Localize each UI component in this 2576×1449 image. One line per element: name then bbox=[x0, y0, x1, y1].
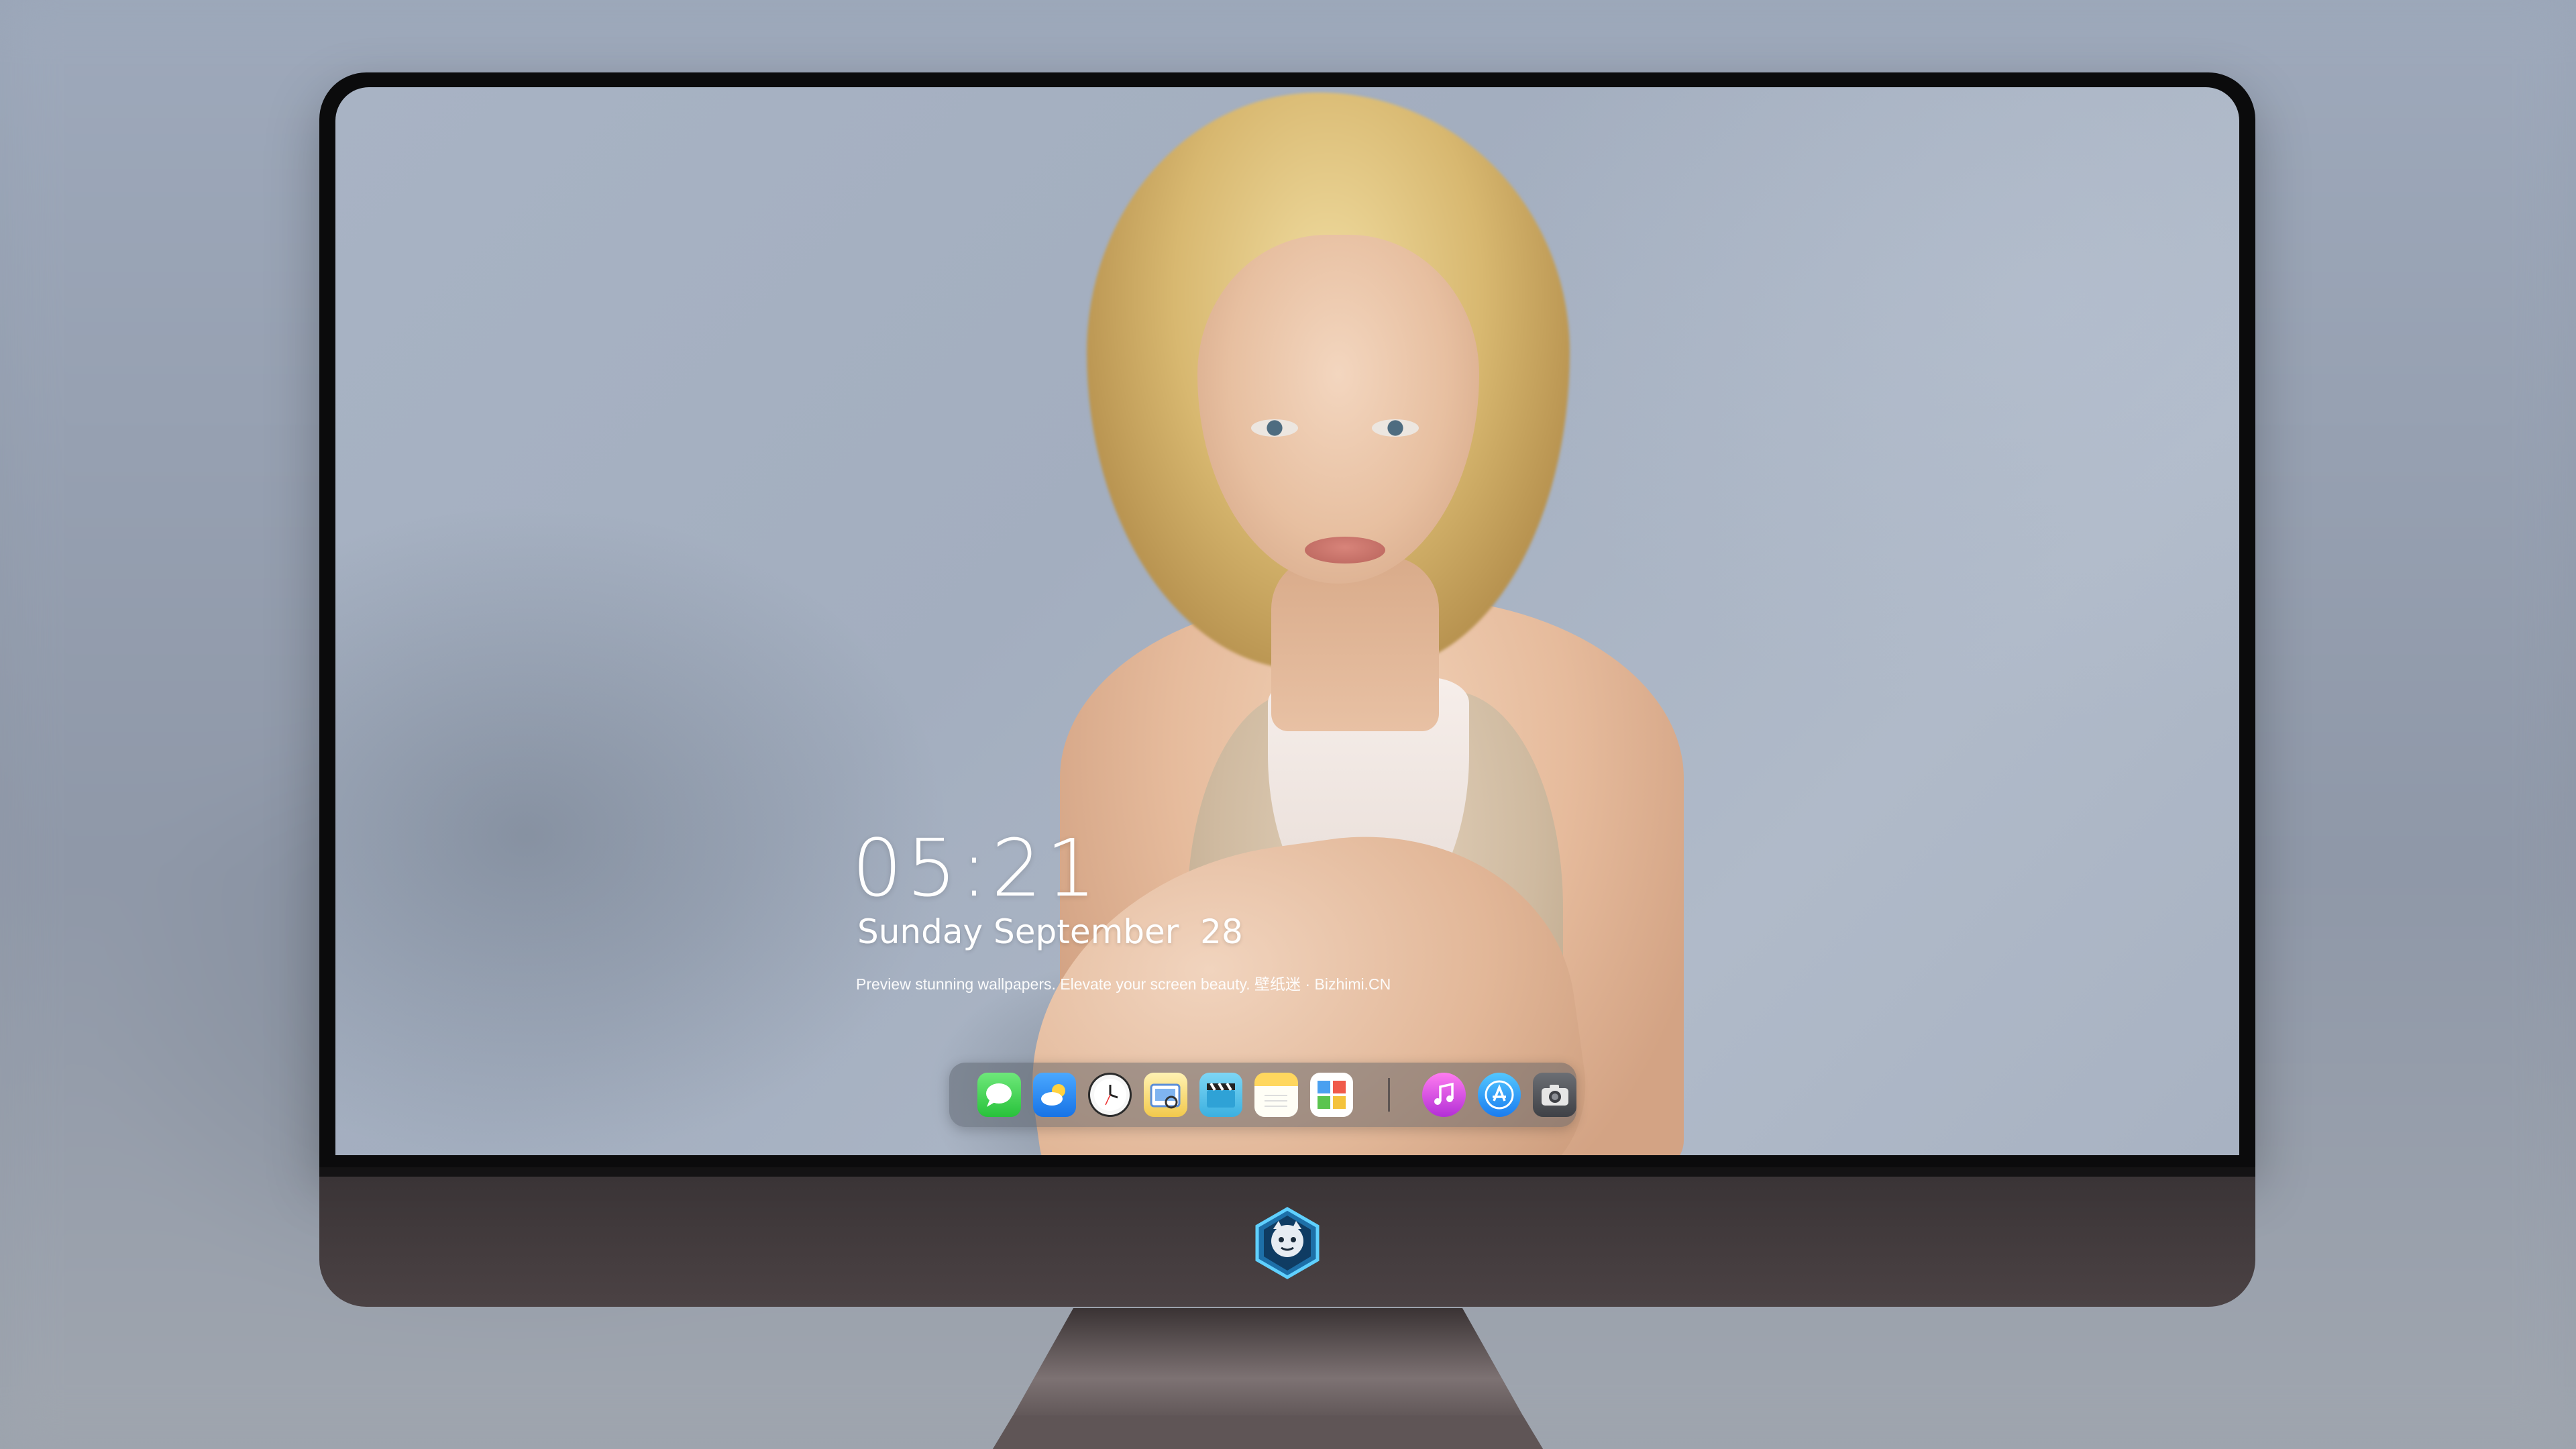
lock-date: Sunday September 28 bbox=[857, 912, 1243, 951]
photo-neck bbox=[1271, 557, 1439, 731]
photo-lips bbox=[1305, 537, 1385, 564]
monitor-bezel: 05:21 Sunday September 28 Preview stunni… bbox=[319, 72, 2255, 1167]
lock-clock: 05:21 bbox=[852, 822, 1101, 914]
photo-eye-left bbox=[1251, 419, 1298, 437]
music-icon[interactable] bbox=[1422, 1073, 1466, 1117]
photo-eye-right bbox=[1372, 419, 1419, 437]
wallpaper-photo bbox=[335, 87, 2239, 1155]
weather-icon[interactable] bbox=[1032, 1073, 1077, 1117]
app-store-icon[interactable] bbox=[1477, 1073, 1521, 1117]
brand-logo-icon bbox=[1255, 1207, 1320, 1279]
dock bbox=[949, 1063, 1576, 1127]
monitor: 05:21 Sunday September 28 Preview stunni… bbox=[319, 72, 2255, 1307]
dock-separator bbox=[1388, 1078, 1391, 1112]
messages-icon[interactable] bbox=[977, 1073, 1021, 1117]
photos-icon[interactable] bbox=[1309, 1073, 1354, 1117]
clips-icon[interactable] bbox=[1199, 1073, 1243, 1117]
clock-icon[interactable] bbox=[1088, 1073, 1132, 1117]
camera-icon[interactable] bbox=[1533, 1073, 1576, 1117]
lock-screen[interactable]: 05:21 Sunday September 28 Preview stunni… bbox=[335, 87, 2239, 1155]
monitor-stand bbox=[993, 1308, 1543, 1449]
lock-tagline: Preview stunning wallpapers. Elevate you… bbox=[856, 975, 1391, 993]
notes-icon[interactable] bbox=[1254, 1073, 1298, 1117]
preview-icon[interactable] bbox=[1143, 1073, 1187, 1117]
